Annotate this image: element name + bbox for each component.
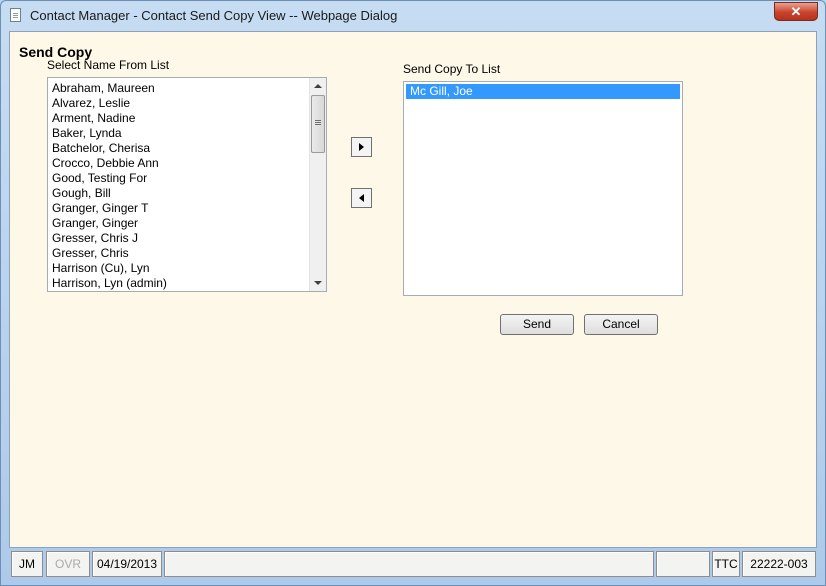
list-item[interactable]: Crocco, Debbie Ann: [48, 156, 309, 171]
to-list-items: Mc Gill, Joe: [406, 84, 680, 99]
to-listbox[interactable]: Mc Gill, Joe: [403, 81, 683, 296]
from-list-items: Abraham, Maureen Alvarez, Leslie Arment, N…: [48, 81, 309, 291]
scroll-thumb[interactable]: [311, 95, 325, 153]
list-item[interactable]: Harrison, Lyn (admin): [48, 276, 309, 291]
list-item[interactable]: Baker, Lynda: [48, 126, 309, 141]
status-date: 04/19/2013: [92, 551, 162, 577]
scroll-up-icon[interactable]: [314, 84, 322, 88]
triangle-right-icon: [359, 143, 364, 151]
status-mode: OVR: [46, 551, 90, 577]
page-icon: [10, 8, 21, 22]
list-item[interactable]: Alvarez, Leslie: [48, 96, 309, 111]
from-list-label: Select Name From List: [47, 58, 170, 72]
title-bar[interactable]: Contact Manager - Contact Send Copy View…: [1, 1, 825, 31]
from-list-scrollbar[interactable]: [309, 78, 326, 291]
dialog-window: Contact Manager - Contact Send Copy View…: [0, 0, 826, 586]
list-item[interactable]: Arment, Nadine: [48, 111, 309, 126]
cancel-button[interactable]: Cancel: [584, 314, 658, 335]
send-button[interactable]: Send: [500, 314, 574, 335]
list-item[interactable]: Good, Testing For: [48, 171, 309, 186]
list-item[interactable]: Abraham, Maureen: [48, 81, 309, 96]
window-title: Contact Manager - Contact Send Copy View…: [30, 8, 398, 23]
from-listbox[interactable]: Abraham, Maureen Alvarez, Leslie Arment, N…: [47, 77, 327, 292]
triangle-left-icon: [359, 194, 364, 202]
grip-icon: [315, 120, 321, 121]
list-item[interactable]: Harrison (Cu), Lyn: [48, 261, 309, 276]
list-item[interactable]: Mc Gill, Joe: [406, 84, 680, 99]
list-item[interactable]: Granger, Ginger T: [48, 201, 309, 216]
add-to-list-button[interactable]: [351, 137, 372, 157]
list-item[interactable]: Gresser, Chris J: [48, 231, 309, 246]
scroll-down-icon[interactable]: [314, 281, 322, 285]
list-item[interactable]: Granger, Ginger: [48, 216, 309, 231]
remove-from-list-button[interactable]: [351, 188, 372, 208]
status-panel-main: [164, 551, 654, 577]
status-panel-blank: [656, 551, 710, 577]
status-company: TTC: [712, 551, 740, 577]
list-item[interactable]: Batchelor, Cherisa: [48, 141, 309, 156]
to-list-label: Send Copy To List: [403, 62, 501, 76]
list-item[interactable]: Gough, Bill: [48, 186, 309, 201]
status-user: JM: [11, 551, 43, 577]
status-bar: JM OVR 04/19/2013 TTC 22222-003: [9, 549, 819, 579]
list-item[interactable]: Gresser, Chris: [48, 246, 309, 261]
dialog-content: Send Copy Select Name From List Send Cop…: [9, 31, 817, 548]
status-code: 22222-003: [742, 551, 816, 577]
close-button[interactable]: ✕: [774, 2, 818, 21]
